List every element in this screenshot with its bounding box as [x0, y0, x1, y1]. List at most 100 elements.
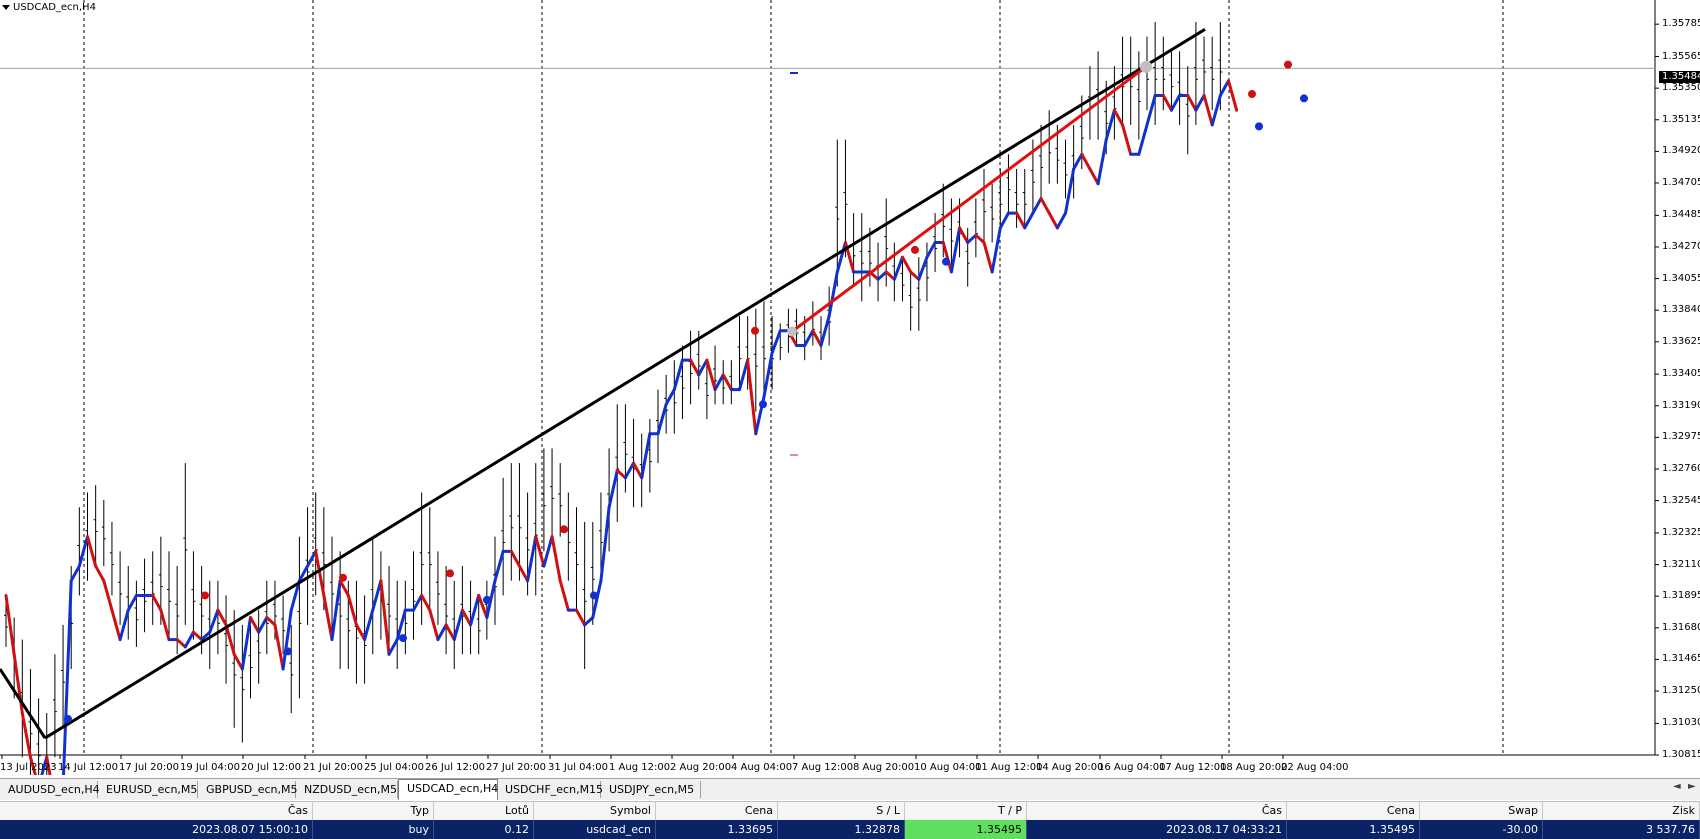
ma-segment-up	[1210, 93, 1222, 127]
col-close-time[interactable]: Čas	[1027, 802, 1287, 820]
ma-segment-up	[436, 623, 448, 642]
tab-gbpusd-ecn-m5[interactable]: GBPUSD_ecn,M5	[198, 781, 297, 798]
col-open-price[interactable]: Cena	[656, 802, 778, 820]
ma-segment-up	[1055, 211, 1067, 230]
tab-usdjpy-ecn-m5[interactable]: USDJPY_ecn,M5	[601, 781, 701, 798]
ma-segment-up	[835, 241, 847, 274]
col-tp[interactable]: T / P	[905, 802, 1027, 820]
ma-segment-down	[632, 461, 644, 480]
time-label: 11 Aug 12:00	[975, 762, 1043, 773]
signal-dot	[590, 591, 598, 600]
cell-tp: 1.35495	[905, 820, 1027, 839]
ma-segment-down	[689, 358, 701, 377]
price-label: 1.34055	[1662, 272, 1700, 284]
ma-segment-down	[216, 608, 228, 627]
ma-segment-up	[69, 564, 81, 583]
col-open-time[interactable]: Čas	[0, 802, 313, 820]
tab-audusd-ecn-h4[interactable]: AUDUSD_ecn,H4	[0, 781, 100, 798]
price-label: 1.32545	[1662, 494, 1700, 506]
ma-segment-down	[1202, 93, 1214, 127]
ma-segment-down	[901, 255, 913, 274]
ma-segment-down	[175, 638, 187, 649]
ma-segment-down	[191, 630, 204, 642]
tab-eurusd-ecn-m5[interactable]: EURUSD_ecn,M5	[98, 781, 198, 798]
ma-segment-up	[363, 608, 375, 642]
tab-usdchf-ecn-m15[interactable]: USDCHF_ecn,M15	[497, 781, 603, 798]
price-label: 1.35565	[1662, 50, 1700, 62]
time-label: 4 Aug 04:00	[731, 762, 793, 773]
ma-segment-up	[599, 505, 611, 583]
signal-dot	[759, 400, 767, 409]
price-label: 1.32975	[1662, 431, 1700, 443]
ma-segment-down	[338, 579, 350, 597]
ma-segment-down	[12, 652, 24, 715]
ma-segment-up	[257, 616, 269, 634]
ma-segment-up	[1194, 93, 1206, 112]
time-label: 14 Aug 20:00	[1036, 762, 1104, 773]
ma-segment-down	[1080, 152, 1092, 171]
ma-segment-down	[86, 535, 98, 568]
ma-segment-up	[672, 358, 684, 392]
ma-segment-up	[330, 579, 342, 642]
price-label: 1.33840	[1662, 304, 1700, 316]
time-label: 27 Jul 20:00	[486, 762, 546, 773]
symbol-tab-bar: AUDUSD_ecn,H4 EURUSD_ecn,M5 GBPUSD_ecn,M5 N…	[0, 778, 1700, 800]
ma-segment-up	[990, 226, 1002, 274]
ma-segment-up	[1104, 108, 1116, 142]
time-label: 31 Jul 04:00	[548, 762, 608, 773]
ma-segment-up	[827, 270, 839, 318]
col-swap[interactable]: Swap	[1420, 802, 1543, 820]
time-label: 14 Jul 12:00	[58, 762, 118, 773]
trade-row[interactable]: 2023.08.07 15:00:10 buy 0.12 usdcad_ecn …	[0, 820, 1700, 839]
chart-menu-icon[interactable]	[2, 4, 10, 10]
ma-segment-up	[469, 593, 481, 627]
ma-segment-down	[444, 623, 456, 642]
ma-segment-up	[966, 233, 978, 245]
tab-scroll-right-icon[interactable]: ►	[1688, 781, 1696, 792]
col-sl[interactable]: S / L	[778, 802, 905, 820]
ma-segment-down	[428, 608, 440, 642]
cell-symbol: usdcad_ecn	[534, 820, 656, 839]
col-lots[interactable]: Lotů	[434, 802, 534, 820]
time-label: 18 Aug 20:00	[1220, 762, 1288, 773]
ma-segment-down	[20, 711, 32, 759]
price-chart[interactable]	[0, 0, 1700, 775]
ma-segment-down	[974, 233, 986, 245]
col-symbol[interactable]: Symbol	[534, 802, 656, 820]
col-type[interactable]: Typ	[313, 802, 434, 820]
time-label: 7 Aug 12:00	[792, 762, 854, 773]
trade-open-marker	[787, 326, 797, 337]
ma-segment-up	[1064, 167, 1076, 215]
time-label: 2 Aug 20:00	[670, 762, 732, 773]
ma-segment-down	[159, 608, 171, 642]
price-label: 1.34920	[1662, 145, 1700, 157]
price-label: 1.31465	[1662, 653, 1700, 665]
ma-segment-down	[224, 623, 236, 656]
ma-segment-up	[452, 608, 464, 642]
ma-segment-down	[909, 270, 921, 281]
ma-segment-up	[892, 255, 904, 281]
price-label: 1.31250	[1662, 685, 1700, 697]
price-label: 1.33625	[1662, 335, 1700, 347]
ma-segment-down	[705, 358, 717, 392]
chart-area[interactable]: USDCAD_ecn,H4 1.35785 1.35565 1.35350 1.351…	[0, 0, 1700, 775]
tab-nzdusd-ecn-m5[interactable]: NZDUSD_ecn,M5	[296, 781, 398, 798]
tab-scroll-left-icon[interactable]: ◄	[1673, 781, 1681, 792]
ma-segment-up	[371, 579, 383, 612]
tab-usdcad-ecn-h4[interactable]: USDCAD_ecn,H4	[398, 779, 498, 800]
trade-close-marker	[1140, 60, 1152, 73]
ma-segment-down	[1186, 93, 1198, 112]
signal-dot	[201, 591, 209, 600]
ma-segment-down	[958, 226, 970, 245]
trade-table-header: Čas Typ Lotů Symbol Cena S / L T / P Čas…	[0, 801, 1700, 821]
col-profit[interactable]: Zisk	[1543, 802, 1700, 820]
ma-segment-up	[738, 358, 750, 392]
ma-segment-down	[509, 549, 521, 568]
ma-segment-down	[94, 564, 106, 583]
time-label: 8 Aug 20:00	[853, 762, 915, 773]
ma-segment-up	[62, 579, 73, 775]
price-label: 1.35785	[1662, 18, 1700, 30]
price-label: 1.32760	[1662, 462, 1700, 474]
col-close-price[interactable]: Cena	[1287, 802, 1420, 820]
signal-dot	[1284, 60, 1292, 69]
